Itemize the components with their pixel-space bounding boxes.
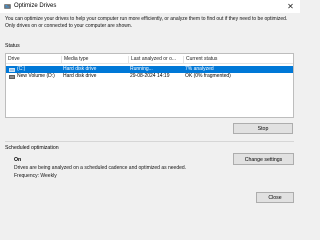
schedule-description: Drives are being analyzed on a scheduled… bbox=[14, 165, 187, 171]
drives-table: Drive Media type Last analyzed or o... C… bbox=[5, 53, 294, 118]
column-header-current-status[interactable]: Current status bbox=[183, 56, 293, 63]
last-analyzed: Running... bbox=[130, 66, 153, 72]
schedule-frequency: Frequency: Weekly bbox=[14, 173, 57, 179]
current-status: 7% analyzed bbox=[185, 66, 214, 72]
window-title: Optimize Drives bbox=[14, 3, 57, 9]
close-icon[interactable]: ✕ bbox=[286, 2, 295, 11]
change-settings-button[interactable]: Change settings bbox=[233, 153, 294, 165]
description-text: You can optimize your drives to help you… bbox=[5, 16, 288, 29]
drives-table-header: Drive Media type Last analyzed or o... C… bbox=[6, 54, 293, 64]
last-analyzed: 29-08-2024 14:19 bbox=[130, 73, 170, 79]
title-bar: Optimize Drives ✕ bbox=[0, 0, 300, 13]
optimize-drives-window: Optimize Drives ✕ You can optimize your … bbox=[0, 0, 300, 207]
table-row[interactable]: New Volume (D:) Hard disk drive 29-08-20… bbox=[6, 73, 293, 80]
column-header-last-analyzed[interactable]: Last analyzed or o... bbox=[128, 56, 183, 63]
scheduled-section-label: Scheduled optimization bbox=[5, 145, 59, 151]
status-section-label: Status bbox=[5, 43, 20, 49]
stop-button[interactable]: Stop bbox=[233, 123, 293, 134]
os-drive-icon bbox=[9, 67, 15, 72]
drive-icon bbox=[9, 74, 15, 79]
close-button[interactable]: Close bbox=[256, 192, 294, 203]
section-divider bbox=[5, 141, 294, 142]
drive-name: (C:) bbox=[17, 66, 26, 72]
footer-bar bbox=[0, 187, 300, 207]
column-header-media-type[interactable]: Media type bbox=[61, 56, 116, 63]
drive-name: New Volume (D:) bbox=[17, 73, 55, 79]
current-status: OK (0% fragmented) bbox=[185, 73, 231, 79]
media-type: Hard disk drive bbox=[63, 73, 97, 79]
column-header-drive[interactable]: Drive bbox=[6, 56, 61, 63]
table-row[interactable]: (C:) Hard disk drive Running... 7% analy… bbox=[6, 66, 293, 73]
media-type: Hard disk drive bbox=[63, 66, 97, 72]
optimize-drives-app-icon bbox=[4, 4, 11, 9]
schedule-state: On bbox=[14, 157, 22, 163]
